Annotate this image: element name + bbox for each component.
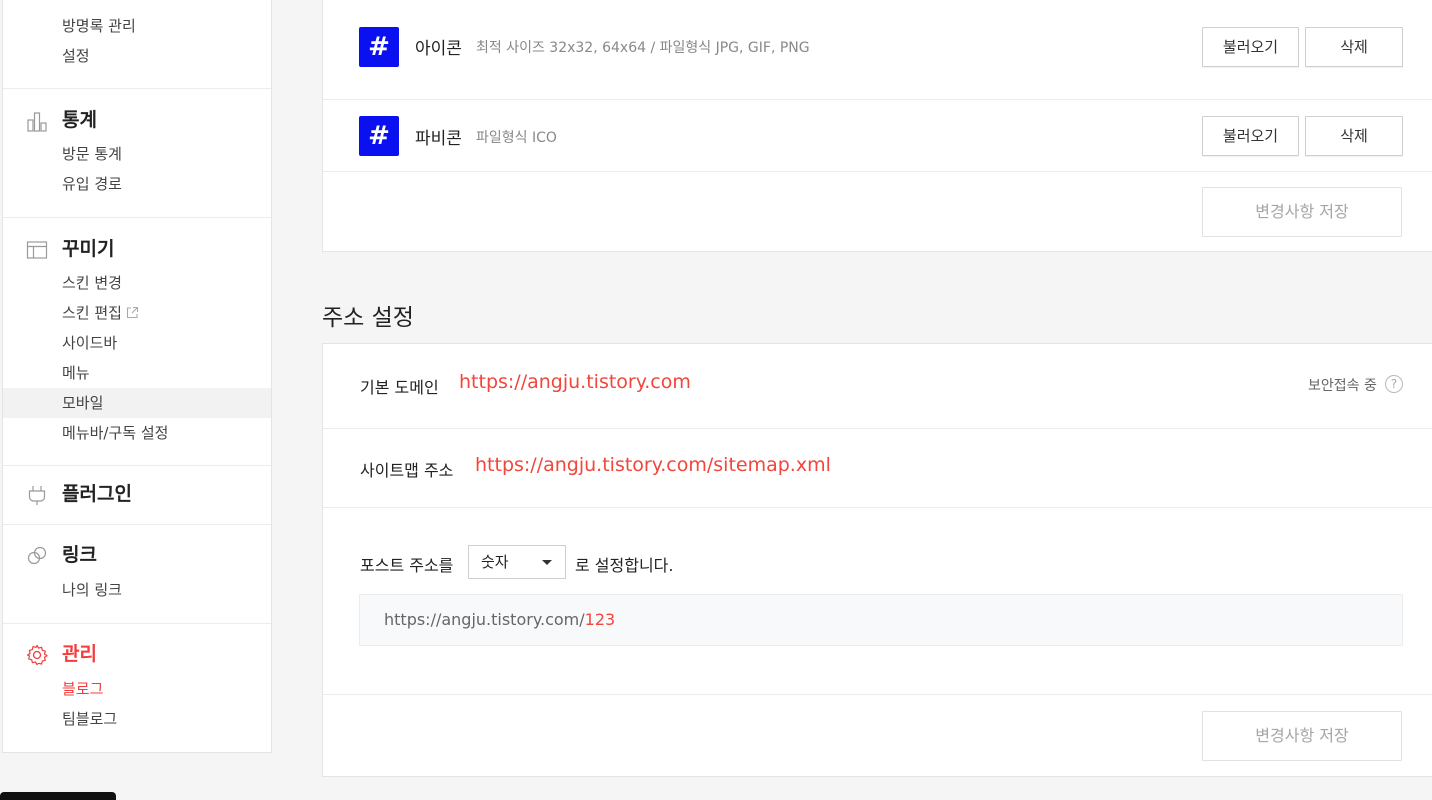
sidebar-title-decorate: 꾸미기 — [62, 238, 115, 260]
divider — [323, 171, 1432, 172]
favicon-delete-button[interactable]: 삭제 — [1305, 116, 1403, 156]
default-domain-url[interactable]: https://angju.tistory.com — [459, 371, 691, 393]
sidebar-item-visit-stats[interactable]: 방문 통계 — [3, 139, 271, 169]
favicon-preview-badge: # — [359, 116, 399, 156]
sidebar-item-skin-edit[interactable]: 스킨 편집 — [3, 298, 271, 328]
sidebar-title-manage: 관리 — [62, 643, 97, 665]
icon-desc: 최적 사이즈 32x32, 64x64 / 파일형식 JPG, GIF, PNG — [476, 40, 810, 56]
sidebar-head-stats[interactable]: 통계 — [3, 106, 271, 134]
sidebar-head-link[interactable]: 링크 — [3, 541, 271, 569]
sidebar-section-decorate: 꾸미기 스킨 변경 스킨 편집 사이드바 메뉴 모바일 메뉴바/구독 설정 — [3, 218, 271, 466]
address-save-button[interactable]: 변경사항 저장 — [1202, 711, 1402, 761]
sidebar-item-team-blog[interactable]: 팀블로그 — [3, 704, 271, 734]
divider — [323, 428, 1432, 429]
sitemap-label: 사이트맵 주소 — [360, 461, 454, 480]
default-domain-label: 기본 도메인 — [360, 378, 439, 397]
sidebar-item-blog[interactable]: 블로그 — [3, 674, 271, 704]
sidebar-head-manage[interactable]: 관리 — [3, 640, 271, 668]
sidebar: 방명록 관리 설정 통계 방문 통계 유입 경로 꾸미기 스킨 변경 스킨 편집… — [2, 0, 272, 753]
sidebar-title-stats: 통계 — [62, 109, 97, 131]
sidebar-item-menubar-subscribe[interactable]: 메뉴바/구독 설정 — [3, 418, 271, 448]
divider — [323, 99, 1432, 100]
gear-icon — [26, 644, 48, 666]
icon-delete-button[interactable]: 삭제 — [1305, 27, 1403, 67]
secure-connection-label: 보안접속 중 — [1308, 378, 1377, 394]
external-link-icon — [126, 306, 139, 318]
sidebar-title-link: 링크 — [62, 544, 97, 566]
sidebar-section-link: 링크 나의 링크 — [3, 525, 271, 624]
sidebar-section-guestbook: 방명록 관리 설정 — [3, 0, 271, 89]
sidebar-item-referrer[interactable]: 유입 경로 — [3, 169, 271, 199]
icon-settings-panel: # 아이콘 최적 사이즈 32x32, 64x64 / 파일형식 JPG, GI… — [322, 0, 1432, 252]
main-content: # 아이콘 최적 사이즈 32x32, 64x64 / 파일형식 JPG, GI… — [322, 0, 1432, 800]
sidebar-title-plugin: 플러그인 — [62, 483, 132, 505]
icon-save-button[interactable]: 변경사항 저장 — [1202, 187, 1402, 237]
post-address-suffix: 로 설정합니다. — [575, 556, 674, 575]
sidebar-item-mobile[interactable]: 모바일 — [3, 388, 271, 418]
sidebar-item-skin-change[interactable]: 스킨 변경 — [3, 268, 271, 298]
address-settings-panel: 기본 도메인 https://angju.tistory.com 보안접속 중 … — [322, 343, 1432, 777]
sitemap-url[interactable]: https://angju.tistory.com/sitemap.xml — [475, 454, 831, 476]
help-icon[interactable]: ? — [1385, 375, 1403, 393]
bottom-bar-fragment — [0, 792, 116, 800]
sidebar-item-skin-edit-label: 스킨 편집 — [62, 304, 122, 322]
divider — [323, 694, 1432, 695]
sidebar-item-menu[interactable]: 메뉴 — [3, 358, 271, 388]
address-section-title: 주소 설정 — [322, 305, 414, 331]
post-address-preview: https://angju.tistory.com/123 — [359, 594, 1403, 646]
icon-preview-badge: # — [359, 27, 399, 67]
icon-load-button[interactable]: 불러오기 — [1202, 27, 1299, 67]
plug-icon — [28, 486, 46, 505]
sidebar-item-my-link[interactable]: 나의 링크 — [3, 575, 271, 605]
favicon-load-button[interactable]: 불러오기 — [1202, 116, 1299, 156]
sidebar-head-plugin[interactable]: 플러그인 — [3, 480, 271, 508]
post-address-preview-base: https://angju.tistory.com/ — [384, 610, 585, 629]
post-address-format-value: 숫자 — [481, 553, 509, 571]
layout-icon — [26, 241, 48, 259]
post-address-format-select[interactable]: 숫자 — [468, 545, 566, 579]
divider — [323, 507, 1432, 508]
favicon-desc: 파일형식 ICO — [476, 130, 557, 146]
sidebar-section-stats: 통계 방문 통계 유입 경로 — [3, 89, 271, 218]
post-address-prefix: 포스트 주소를 — [360, 556, 454, 575]
icon-label: 아이콘 — [415, 39, 462, 59]
post-address-preview-tail: 123 — [584, 610, 616, 629]
favicon-label: 파비콘 — [415, 129, 462, 149]
sidebar-section-manage: 관리 블로그 팀블로그 — [3, 624, 271, 752]
bar-chart-icon — [27, 112, 47, 132]
sidebar-item-guestbook-manage[interactable]: 방명록 관리 — [3, 11, 271, 41]
sidebar-item-sidebar[interactable]: 사이드바 — [3, 328, 271, 358]
link-icon — [27, 546, 47, 565]
sidebar-section-plugin: 플러그인 — [3, 466, 271, 525]
chevron-down-icon — [542, 560, 552, 565]
sidebar-item-settings[interactable]: 설정 — [3, 41, 271, 71]
sidebar-head-decorate[interactable]: 꾸미기 — [3, 235, 271, 263]
